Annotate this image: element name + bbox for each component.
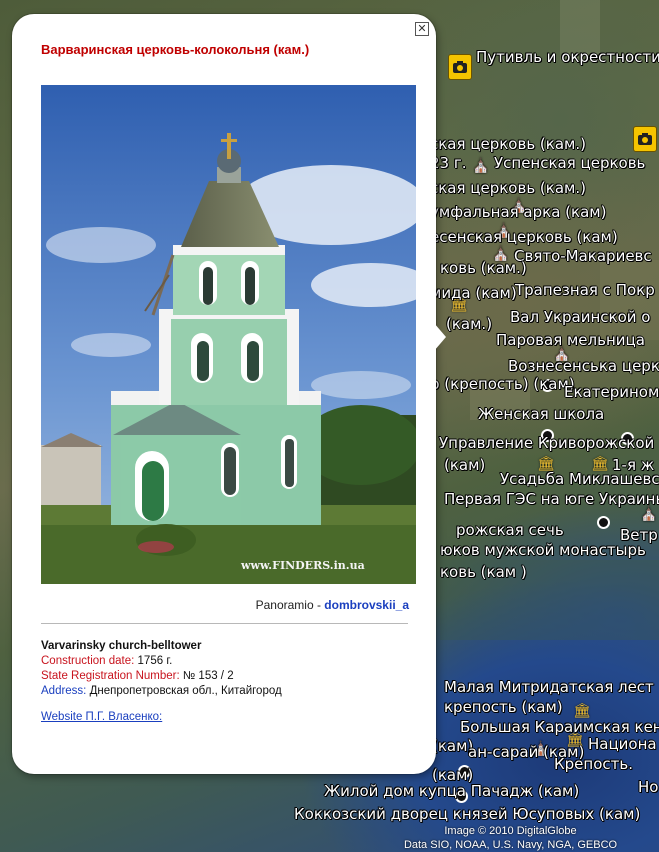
address-label: Address: <box>41 685 87 697</box>
divider <box>41 623 408 624</box>
photo-credit: Panoramio - dombrovskii_a <box>41 598 409 612</box>
map-label[interactable]: ковь (кам ) <box>440 563 527 581</box>
construction-value: 1756 г. <box>134 655 173 667</box>
map-label[interactable]: мида (кам) <box>430 284 517 302</box>
map-label[interactable]: Крепость. <box>554 755 633 773</box>
map-point[interactable] <box>597 516 610 529</box>
map-label[interactable]: Путивль и окрестности <box>476 48 659 66</box>
map-label[interactable]: (кам) <box>444 456 485 474</box>
map-label[interactable]: Коккозский дворец князей Юсуповых (кам) <box>294 805 640 823</box>
map-label[interactable]: Вознесенська церк <box>508 357 659 375</box>
info-heading: Varvarinsky church-belltower <box>41 640 202 652</box>
map-label[interactable]: Национа <box>588 735 657 753</box>
landmark-icon[interactable]: 🏛 <box>573 702 591 719</box>
map-label[interactable]: крепость (кам) <box>444 698 563 716</box>
map-label[interactable]: Жилой дом купца Пачадж (кам) <box>324 782 579 800</box>
placemark-balloon: ✕ Варваринская церковь-колокольня (кам.) <box>12 14 436 774</box>
map-label[interactable]: Но <box>638 778 658 796</box>
construction-label: Construction date: <box>41 655 135 667</box>
map-label[interactable]: Первая ГЭС на юге Украины <box>444 490 659 508</box>
credit-source: Panoramio <box>255 598 314 612</box>
map-label[interactable]: есенская церковь (кам) <box>430 228 618 246</box>
camera-placemark[interactable] <box>448 54 472 80</box>
attribution-imagery: Image © 2010 DigitalGlobe <box>444 825 577 837</box>
map-label[interactable]: Вал Украинской о <box>510 308 651 326</box>
map-label[interactable]: Свято-Макариевс <box>514 247 652 265</box>
map-label[interactable]: Малая Митридатская лест <box>444 678 654 696</box>
map-label[interactable]: р (крепость) (кам) <box>430 375 575 393</box>
map-label[interactable]: (кам.) <box>446 315 492 333</box>
map-attribution: Image © 2010 DigitalGlobe Data SIO, NOAA… <box>362 824 659 852</box>
website-link[interactable]: Website П.Г. Власенко: <box>41 711 162 723</box>
church-photo: www.FINDERS.in.ua <box>41 85 416 584</box>
map-label[interactable]: Трапезная с Покр <box>515 281 655 299</box>
balloon-title: Варваринская церковь-колокольня (кам.) <box>41 42 310 57</box>
registration-row: State Registration Number: № 153 / 2 <box>41 669 411 684</box>
map-label[interactable]: юков мужской монастырь <box>440 541 646 559</box>
balloon-pointer <box>434 323 446 351</box>
map-label[interactable]: Усадьба Миклашевских <box>500 470 659 488</box>
construction-row: Construction date: 1756 г. <box>41 654 411 669</box>
info-block: Varvarinsky church-belltower Constructio… <box>41 639 411 699</box>
map-label[interactable]: Управление Криворожской <box>439 434 654 452</box>
map-label[interactable]: Екатерином <box>564 383 659 401</box>
map-label[interactable]: Большая Караимская кенас <box>460 718 659 736</box>
map-label[interactable]: Успенская церковь <box>494 154 645 172</box>
address-row: Address: Днепропетровская обл., Китайгор… <box>41 684 411 699</box>
map-label[interactable]: Женская школа <box>478 405 604 423</box>
camera-placemark[interactable] <box>633 126 657 152</box>
photo-watermark: www.FINDERS.in.ua <box>240 559 365 572</box>
map-label[interactable]: ская церковь (кам.) <box>430 179 586 197</box>
map-label[interactable]: ская церковь (кам.) <box>430 135 586 153</box>
address-value: Днепропетровская обл., Китайгород <box>86 685 282 697</box>
map-label[interactable]: ковь (кам.) <box>440 259 527 277</box>
attribution-data: Data SIO, NOAA, U.S. Navy, NGA, GEBCO <box>403 839 618 851</box>
map-label[interactable]: умфальная арка (кам) <box>430 203 606 221</box>
landmark-icon[interactable]: ⛪ <box>472 157 489 174</box>
credit-separator: - <box>313 598 325 612</box>
close-icon[interactable]: ✕ <box>415 22 429 36</box>
camera-icon <box>638 133 652 145</box>
camera-icon <box>453 61 467 73</box>
author-link[interactable]: dombrovskii_a <box>324 598 409 612</box>
registration-value: № 153 / 2 <box>179 670 234 682</box>
registration-label: State Registration Number: <box>41 670 180 682</box>
map-label[interactable]: рожская сечь <box>456 521 564 539</box>
map-label[interactable]: Паровая мельница <box>496 331 645 349</box>
